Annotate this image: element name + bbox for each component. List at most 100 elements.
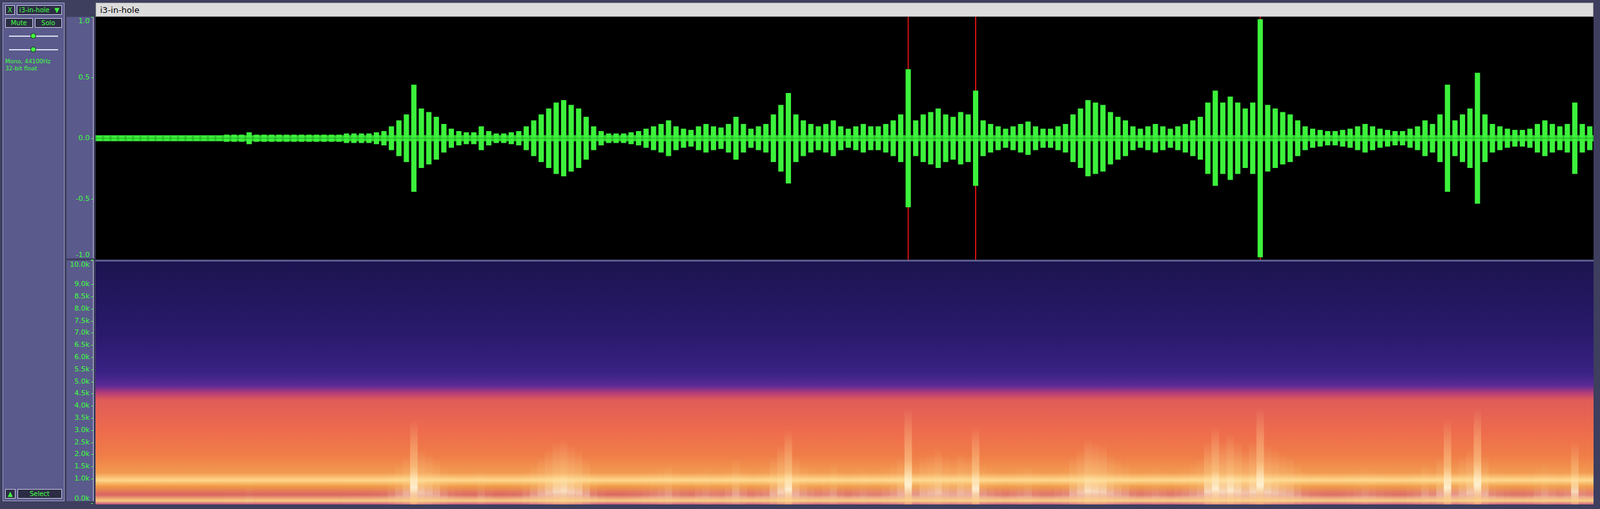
spectral-burst — [507, 477, 516, 505]
waveform-view[interactable] — [95, 16, 1594, 260]
spectral-burst — [372, 477, 381, 505]
vertical-ruler: 1.00.50.0-0.5-1.010.0k9.0k8.5k8.0k7.5k7.… — [66, 2, 94, 502]
track-name-menu[interactable]: i3-in-hole▼ — [16, 5, 62, 15]
spectral-burst — [807, 467, 815, 505]
spectral-burst — [904, 407, 913, 505]
spectral-burst — [477, 470, 486, 505]
axis-tick — [91, 442, 93, 443]
spectral-burst — [1518, 474, 1527, 505]
spectral-burst — [1279, 452, 1287, 505]
spectral-burst — [447, 473, 456, 505]
axis-label: 7.5k — [74, 317, 90, 325]
spectral-burst — [1443, 419, 1452, 505]
axis-tick — [91, 198, 93, 200]
solo-button[interactable]: Solo — [34, 18, 63, 28]
spectral-burst — [1256, 407, 1265, 505]
spectral-burst — [1098, 444, 1107, 505]
mute-solo-row: MuteSolo — [5, 18, 62, 28]
spectral-burst — [1248, 441, 1257, 505]
axis-label: 5.5k — [74, 365, 90, 374]
axis-label: 2.5k — [74, 438, 90, 447]
spectral-burst — [170, 481, 179, 505]
spectral-burst — [694, 470, 703, 505]
spectral-burst — [1189, 462, 1198, 505]
spectral-burst — [574, 448, 583, 505]
spectral-burst — [1398, 475, 1407, 505]
spectral-burst — [1428, 467, 1437, 505]
mute-button[interactable]: Mute — [5, 18, 33, 28]
gain-slider[interactable] — [9, 32, 59, 41]
pan-slider-knob[interactable] — [30, 46, 37, 53]
axis-label: 8.5k — [74, 292, 90, 301]
spectral-burst — [724, 467, 733, 505]
spectral-burst — [1421, 462, 1429, 505]
spectral-burst — [1451, 462, 1460, 505]
spectral-burst — [559, 438, 568, 505]
spectral-burst — [956, 452, 965, 505]
spectral-burst — [949, 458, 957, 505]
track-info-line: Mono, 44100Hz — [5, 58, 62, 66]
spectral-burst — [207, 481, 216, 505]
axis-label: 4.5k — [74, 389, 90, 398]
axis-label: 6.0k — [74, 353, 90, 361]
track-header-row: Xi3-in-hole▼ — [5, 5, 62, 15]
spectral-burst — [1556, 470, 1564, 505]
spectral-burst — [1570, 441, 1579, 505]
spectral-burst — [874, 470, 883, 505]
spectral-burst — [432, 458, 441, 505]
axis-tick — [91, 453, 93, 455]
spectral-burst — [1181, 467, 1190, 505]
axis-tick — [91, 138, 93, 139]
spectral-burst — [1376, 473, 1385, 505]
axis-tick — [91, 344, 93, 346]
axis-label: 4.0k — [74, 401, 90, 410]
spectral-burst — [747, 473, 755, 505]
spectral-burst — [1316, 474, 1325, 505]
spectral-burst — [440, 467, 449, 505]
spectral-burst — [777, 444, 786, 505]
spectral-burst — [1054, 470, 1063, 505]
spectral-burst — [1144, 470, 1152, 505]
select-label: Select — [29, 490, 50, 498]
spectral-burst — [1323, 475, 1332, 505]
ruler-spacer — [66, 2, 94, 17]
spectral-burst — [147, 481, 156, 505]
spectral-burst — [544, 448, 553, 505]
axis-label: 8.0k — [74, 304, 90, 313]
spectral-burst — [612, 479, 620, 505]
spectrogram-view[interactable] — [95, 261, 1594, 505]
spectral-burst — [702, 467, 711, 505]
pan-slider[interactable] — [9, 45, 59, 54]
spectral-burst — [200, 481, 208, 505]
collapse-button[interactable]: ▲ — [5, 488, 16, 499]
spectral-burst — [537, 455, 545, 505]
axis-tick — [91, 332, 93, 334]
spectral-burst — [522, 470, 531, 505]
spectral-burst — [530, 462, 538, 505]
spectral-burst — [1578, 467, 1587, 505]
spectral-burst — [672, 470, 680, 505]
select-button[interactable]: Select — [17, 488, 62, 499]
spectral-burst — [1271, 448, 1280, 505]
spectral-burst — [312, 480, 321, 505]
spectral-burst — [335, 480, 343, 505]
gain-slider-knob[interactable] — [30, 32, 37, 39]
spectral-burst — [1510, 474, 1519, 505]
axis-tick — [91, 478, 93, 480]
axis-tick — [91, 260, 93, 261]
amplitude-axis: 1.00.50.0-0.5-1.0 — [66, 16, 94, 259]
spectral-burst — [821, 467, 830, 505]
axis-label: 0.0k — [74, 494, 90, 503]
track-display: i3-in-hole — [95, 2, 1594, 502]
close-button[interactable]: X — [5, 5, 15, 15]
axis-tick — [91, 369, 93, 370]
spectral-burst — [1121, 462, 1130, 505]
spectral-burst — [784, 429, 793, 505]
spectral-burst — [484, 475, 493, 505]
axis-label: 6.5k — [74, 340, 90, 349]
spectral-burst — [1173, 470, 1182, 505]
spectral-burst — [349, 479, 358, 505]
spectral-burst — [290, 480, 299, 505]
spectral-burst — [1211, 426, 1220, 505]
spectral-burst — [193, 481, 201, 505]
